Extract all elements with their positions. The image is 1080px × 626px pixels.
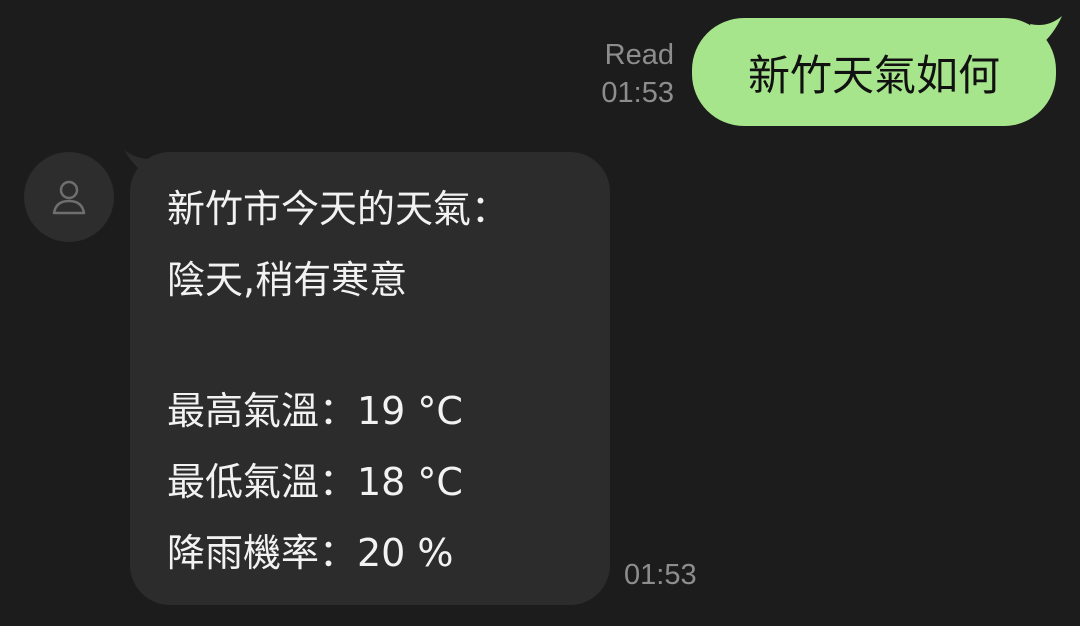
- received-line-rain-chance: 降雨機率：20 %: [167, 531, 454, 575]
- received-line-blank: [167, 316, 610, 376]
- received-message-time: 01:53: [624, 559, 697, 591]
- chat-screen: Read 01:53 新竹天氣如何 新竹市今天的天氣： 陰天,稍有寒意 最高氣溫…: [0, 0, 1080, 626]
- read-status: Read: [604, 39, 674, 71]
- received-line-low-temp: 最低氣溫：18 °C: [167, 460, 463, 504]
- person-icon: [52, 180, 86, 215]
- sent-message-meta: Read 01:53: [601, 36, 674, 112]
- received-line-high-temp: 最高氣溫：19 °C: [167, 389, 463, 433]
- sent-message-time: 01:53: [601, 77, 674, 109]
- sent-message-bubble[interactable]: 新竹天氣如何: [692, 18, 1056, 126]
- avatar[interactable]: [24, 152, 114, 242]
- received-line-condition: 陰天,稍有寒意: [167, 258, 408, 302]
- received-message-bubble[interactable]: 新竹市今天的天氣： 陰天,稍有寒意 最高氣溫：19 °C 最低氣溫：18 °C …: [130, 152, 610, 605]
- sent-message-text: 新竹天氣如何: [747, 50, 1000, 100]
- received-line-title: 新竹市今天的天氣：: [167, 187, 510, 231]
